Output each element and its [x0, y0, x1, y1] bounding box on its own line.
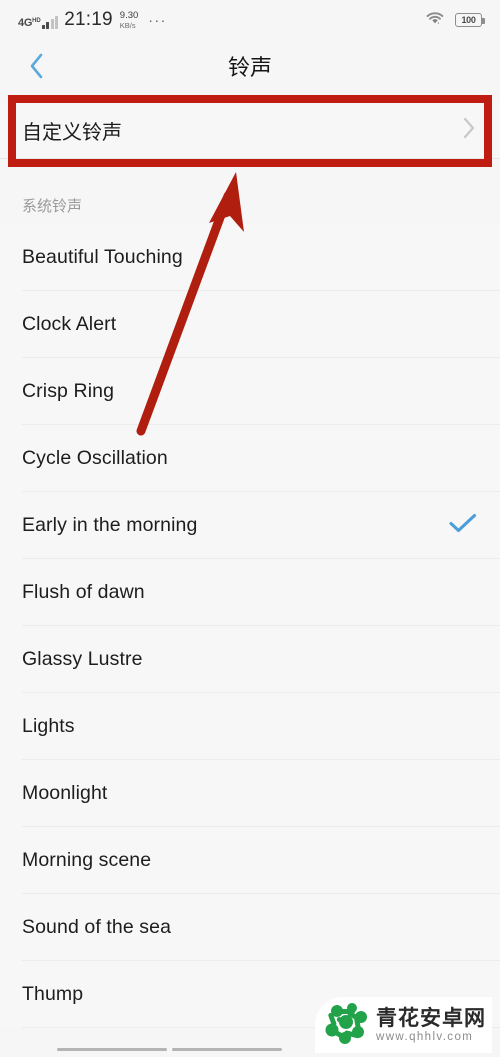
status-bar-clock: 21:19 [64, 9, 113, 30]
back-button[interactable] [14, 44, 58, 88]
ringtone-row[interactable]: Early in the morning [0, 492, 500, 559]
ringtone-row[interactable]: Glassy Lustre [0, 626, 500, 693]
ringtone-row[interactable]: Morning scene [0, 827, 500, 894]
status-bar-right: 100 [424, 10, 485, 31]
ringtone-list: Beautiful Touching Clock Alert Crisp Ring C… [0, 224, 500, 1028]
ringtone-name: Morning scene [22, 849, 152, 871]
ringtone-name: Crisp Ring [22, 380, 115, 402]
chevron-left-icon [30, 53, 43, 79]
cellular-signal-icon: 4G HD [18, 12, 59, 29]
ringtone-name: Flush of dawn [22, 581, 145, 603]
system-navigation-indicator[interactable] [0, 1039, 500, 1057]
section-header-system-ringtones: 系统铃声 [0, 186, 500, 224]
check-icon [448, 511, 478, 540]
ringtone-name: Early in the morning [22, 514, 198, 536]
ringtone-row[interactable]: Cycle Oscillation [0, 425, 500, 492]
network-speed-unit: KB/s [119, 20, 136, 30]
ringtone-name: Glassy Lustre [22, 648, 143, 670]
nav-indicator-bar-right [172, 1048, 282, 1051]
custom-ringtone-label: 自定义铃声 [22, 122, 122, 144]
ringtone-row[interactable]: Moonlight [0, 760, 500, 827]
battery-level-label: 100 [461, 15, 476, 25]
network-speed-value: 9.30 [119, 10, 139, 21]
signal-bars-icon [41, 15, 59, 29]
wifi-icon [424, 10, 446, 31]
ringtone-name: Clock Alert [22, 313, 117, 335]
ringtone-name: Sound of the sea [22, 916, 172, 938]
navigation-bar: 铃声 [0, 40, 500, 92]
ringtone-row[interactable]: Lights [0, 693, 500, 760]
chevron-right-icon [461, 114, 478, 147]
nav-indicator-bar-left [57, 1048, 167, 1051]
battery-icon: 100 [455, 13, 485, 27]
ringtone-name: Thump [22, 983, 84, 1005]
ringtone-row[interactable]: Clock Alert [0, 291, 500, 358]
ringtone-name: Lights [22, 715, 75, 737]
ringtone-row[interactable]: Flush of dawn [0, 559, 500, 626]
section-header-label: 系统铃声 [22, 197, 83, 215]
watermark-text: 青花安卓网 www.qhhlv.com [376, 1008, 486, 1044]
phone-screen: 4G HD 21:19 9.30 KB/s ··· 100 铃声 自定义铃声 系… [0, 0, 500, 1057]
ringtone-row[interactable]: Beautiful Touching [0, 224, 500, 291]
custom-ringtone-row[interactable]: 自定义铃声 [0, 103, 500, 159]
watermark-site-name: 青花安卓网 [376, 1006, 486, 1030]
ringtone-name: Moonlight [22, 782, 108, 804]
ringtone-name: Cycle Oscillation [22, 447, 168, 469]
status-bar: 4G HD 21:19 9.30 KB/s ··· 100 [0, 0, 500, 40]
network-suffix-label: HD [32, 17, 41, 24]
network-speed-indicator: 9.30 KB/s [120, 11, 139, 29]
network-type-label: 4G [18, 16, 33, 29]
ringtone-row[interactable]: Crisp Ring [0, 358, 500, 425]
status-bar-overflow-icon: ··· [148, 12, 167, 28]
ringtone-row[interactable]: Sound of the sea [0, 894, 500, 961]
ringtone-name: Beautiful Touching [22, 246, 183, 268]
page-title: 铃声 [227, 55, 272, 80]
status-bar-left: 4G HD 21:19 9.30 KB/s ··· [18, 10, 167, 30]
